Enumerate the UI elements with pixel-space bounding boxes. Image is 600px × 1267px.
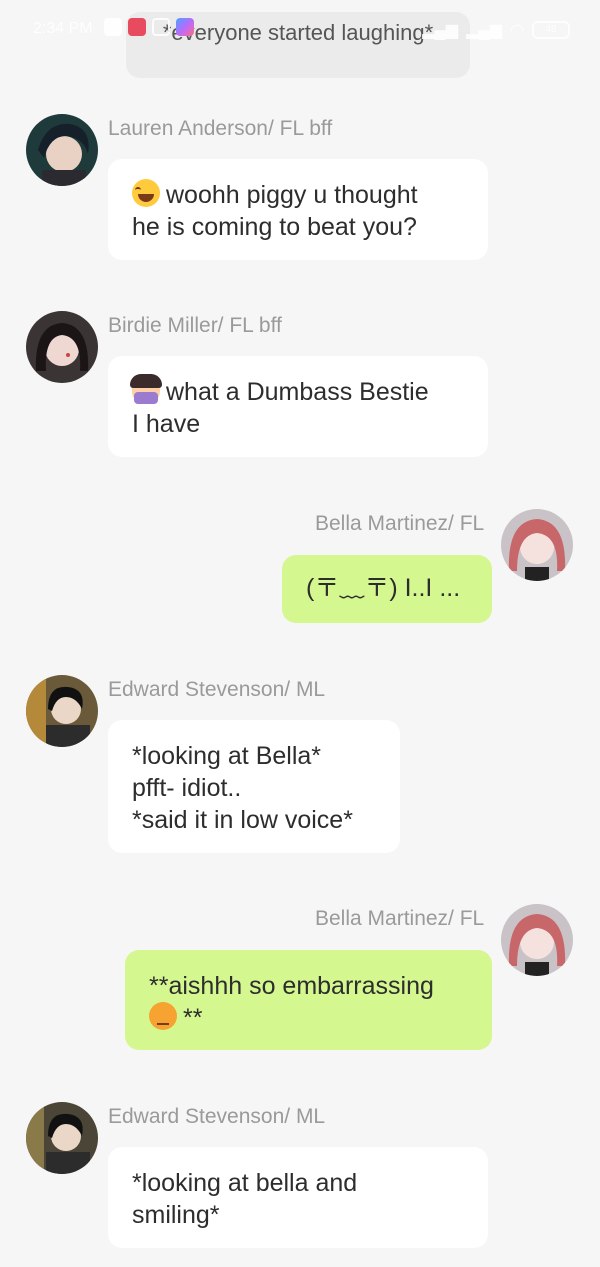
message-line: (〒﹏〒) I..I ... bbox=[306, 574, 461, 602]
message-bubble[interactable]: what a Dumbass Bestie I have bbox=[108, 356, 488, 457]
signal-icon: ▂▄▆ bbox=[466, 22, 503, 39]
message-bubble-own[interactable]: **aishhh so embarrassing ** bbox=[125, 950, 492, 1050]
message-bubble-own[interactable]: (〒﹏〒) I..I ... bbox=[282, 555, 492, 623]
message-bubble[interactable]: *looking at Bella* pfft- idiot.. *said i… bbox=[108, 720, 400, 853]
message-line: ** bbox=[183, 1004, 203, 1032]
mangatoon-icon bbox=[128, 18, 146, 36]
battery-icon: 48 bbox=[532, 21, 570, 39]
gallery-icon bbox=[176, 18, 194, 36]
facepalm-emoji-icon bbox=[130, 374, 162, 404]
avatar-lauren-anderson[interactable] bbox=[26, 114, 98, 186]
message-bubble[interactable]: woohh piggy u thought he is coming to be… bbox=[108, 159, 488, 260]
message-line: *said it in low voice* bbox=[132, 806, 353, 834]
avatar-bella-martinez[interactable] bbox=[501, 509, 573, 581]
message-line: what a Dumbass Bestie bbox=[166, 378, 429, 406]
instagram-icon bbox=[152, 18, 170, 36]
avatar-bella-martinez[interactable] bbox=[501, 904, 573, 976]
wifi-icon: ◠ bbox=[510, 22, 524, 39]
status-icons-left bbox=[104, 18, 194, 36]
sender-name: Lauren Anderson/ FL bff bbox=[108, 117, 333, 140]
youtube-icon bbox=[104, 18, 122, 36]
sender-name: Edward Stevenson/ ML bbox=[108, 1105, 326, 1128]
message-bubble[interactable]: *looking at bella and smiling* bbox=[108, 1147, 488, 1248]
avatar-edward-stevenson[interactable] bbox=[26, 1102, 98, 1174]
message-line: *looking at bella and bbox=[132, 1169, 358, 1197]
avatar-birdie-miller[interactable] bbox=[26, 311, 98, 383]
message-line: **aishhh so embarrassing bbox=[149, 972, 434, 1000]
status-icons-right: ▂▄▆ ▂▄▆ ◠ 48 bbox=[422, 20, 570, 40]
sender-name: Birdie Miller/ FL bff bbox=[108, 314, 282, 337]
sender-name: Edward Stevenson/ ML bbox=[108, 678, 326, 701]
status-time: 2:34 PM bbox=[33, 20, 93, 37]
message-line: I have bbox=[132, 410, 201, 438]
laughing-tears-emoji-icon bbox=[132, 179, 160, 207]
message-line: he is coming to beat you? bbox=[132, 213, 417, 241]
signal-icon: ▂▄▆ bbox=[422, 22, 459, 39]
message-line: *looking at Bella* bbox=[132, 742, 322, 770]
message-line: pfft- idiot.. bbox=[132, 774, 242, 802]
status-bar: 2:34 PM ▂▄▆ ▂▄▆ ◠ 48 bbox=[0, 14, 600, 44]
confounded-emoji-icon bbox=[149, 1002, 177, 1030]
avatar-edward-stevenson[interactable] bbox=[26, 675, 98, 747]
sender-name: Bella Martinez/ FL bbox=[315, 512, 485, 535]
message-line: smiling* bbox=[132, 1201, 220, 1229]
message-line: woohh piggy u thought bbox=[166, 181, 418, 209]
sender-name: Bella Martinez/ FL bbox=[315, 907, 485, 930]
